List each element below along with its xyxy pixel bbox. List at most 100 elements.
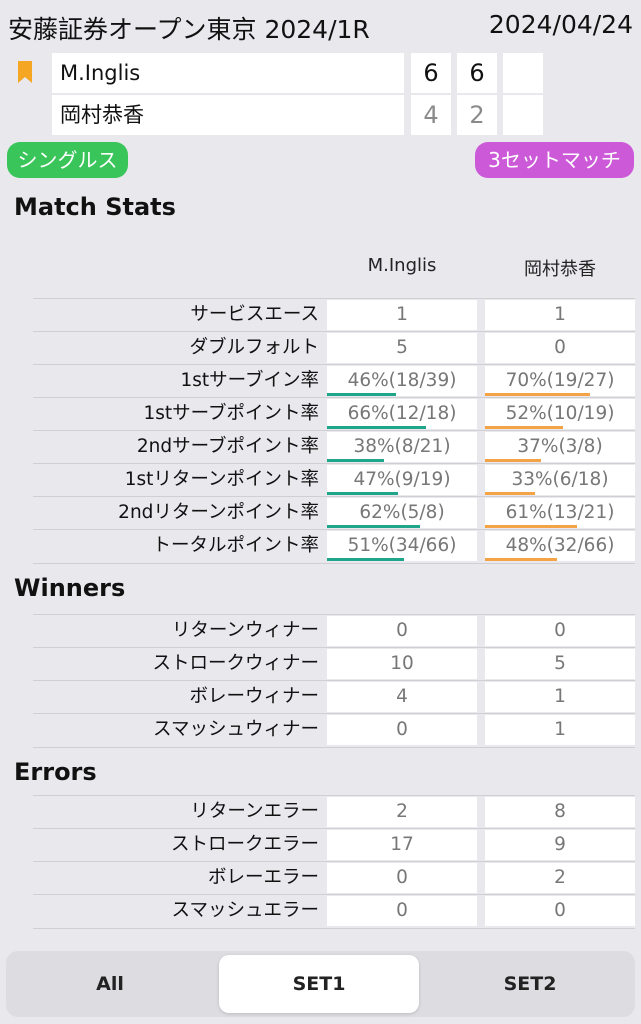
stat-row: ストロークエラー 17 9: [33, 828, 635, 862]
player2-stat-value: 2: [485, 863, 635, 893]
stat-value-text: 0: [554, 337, 566, 358]
stat-value-text: 0: [396, 867, 408, 888]
player2-stat-value: 61%(13/21): [485, 498, 635, 528]
tab-set2[interactable]: SET2: [430, 955, 630, 1013]
stat-value-text: 33%(6/18): [511, 469, 609, 490]
column-header-player2: 岡村恭香: [524, 259, 596, 280]
player1-stat-value: 0: [327, 863, 477, 893]
player1-stat-value: 4: [327, 682, 477, 712]
stat-row: スマッシュエラー 0 0: [33, 894, 635, 929]
player2-stat-value: 37%(3/8): [485, 432, 635, 462]
stat-value-text: 0: [396, 900, 408, 921]
player-name: 岡村恭香: [52, 95, 404, 135]
stat-label: 2ndサーブポイント率: [136, 436, 319, 457]
section-title-winners: Winners: [14, 574, 126, 602]
stat-label: ボレーエラー: [207, 867, 319, 888]
stat-label: 2ndリターンポイント率: [118, 502, 319, 523]
player2-stat-value: 52%(10/19): [485, 399, 635, 429]
stat-value-text: 8: [554, 801, 566, 822]
stat-label: サービスエース: [190, 304, 319, 325]
set-score: 6: [457, 53, 497, 93]
player-row-2: 岡村恭香 4 2: [0, 95, 641, 135]
match-date: 2024/04/24: [488, 10, 633, 39]
player1-stat-value: 38%(8/21): [327, 432, 477, 462]
header: 安藤証券オープン東京 2024/1R 2024/04/24: [0, 0, 641, 52]
stat-value-text: 46%(18/39): [347, 370, 457, 391]
player2-percent-bar: [485, 426, 563, 429]
player1-stat-value: 66%(12/18): [327, 399, 477, 429]
player1-percent-bar: [327, 393, 396, 396]
stat-value-text: 47%(9/19): [353, 469, 451, 490]
player2-stat-value: 48%(32/66): [485, 531, 635, 561]
player1-stat-value: 0: [327, 715, 477, 745]
set-score: 4: [411, 95, 451, 135]
bookmark-icon[interactable]: [18, 61, 32, 83]
player1-stat-value: 0: [327, 616, 477, 646]
player1-percent-bar: [327, 459, 384, 462]
player1-percent-bar: [327, 525, 420, 528]
set-score: 2: [457, 95, 497, 135]
stat-row: ストロークウィナー 10 5: [33, 647, 635, 681]
stat-value-text: 70%(19/27): [505, 370, 615, 391]
tab-all[interactable]: All: [10, 955, 210, 1013]
stat-value-text: 5: [554, 653, 566, 674]
player2-percent-bar: [485, 393, 590, 396]
stat-label: リターンウィナー: [171, 620, 319, 641]
stat-value-text: 0: [396, 719, 408, 740]
stat-row: ダブルフォルト 5 0: [33, 331, 635, 365]
stat-row: リターンエラー 2 8: [33, 795, 635, 829]
player1-stat-value: 5: [327, 333, 477, 363]
tournament-title: 安藤証券オープン東京 2024/1R: [8, 15, 370, 44]
stat-value-text: 61%(13/21): [505, 502, 615, 523]
stat-row: 1stサーブポイント率 66%(12/18) 52%(10/19): [33, 397, 635, 431]
stat-value-text: 0: [396, 620, 408, 641]
player2-percent-bar: [485, 525, 577, 528]
stat-value-text: 38%(8/21): [353, 436, 451, 457]
player1-percent-bar: [327, 492, 398, 495]
player1-stat-value: 17: [327, 830, 477, 860]
stat-value-text: 66%(12/18): [347, 403, 457, 424]
player2-percent-bar: [485, 558, 557, 561]
stat-label: ダブルフォルト: [189, 337, 319, 358]
player2-percent-bar: [485, 492, 535, 495]
stat-row: スマッシュウィナー 0 1: [33, 713, 635, 748]
stat-value-text: 37%(3/8): [517, 436, 603, 457]
player-name: M.Inglis: [52, 53, 404, 93]
stat-label: スマッシュエラー: [171, 900, 319, 921]
stat-label: ストロークウィナー: [152, 653, 319, 674]
stat-row: サービスエース 1 1: [33, 298, 635, 332]
stat-value-text: 4: [396, 686, 408, 707]
player2-stat-value: 70%(19/27): [485, 366, 635, 396]
stat-value-text: 1: [554, 304, 566, 325]
player2-stat-value: 1: [485, 300, 635, 330]
set-score: [503, 95, 543, 135]
stat-row: リターンウィナー 0 0: [33, 614, 635, 648]
stat-value-text: 0: [554, 620, 566, 641]
stat-value-text: 0: [554, 900, 566, 921]
stat-label: 1stサーブポイント率: [143, 403, 319, 424]
stat-row: 2ndリターンポイント率 62%(5/8) 61%(13/21): [33, 496, 635, 530]
stat-value-text: 17: [390, 834, 414, 855]
section-title-errors: Errors: [14, 758, 97, 786]
stat-value-text: 10: [390, 653, 414, 674]
column-header-player1: M.Inglis: [367, 255, 437, 276]
player1-stat-value: 10: [327, 649, 477, 679]
set-score: [503, 53, 543, 93]
player2-stat-value: 33%(6/18): [485, 465, 635, 495]
stat-row: 2ndサーブポイント率 38%(8/21) 37%(3/8): [33, 430, 635, 464]
player1-stat-value: 47%(9/19): [327, 465, 477, 495]
tab-set1[interactable]: SET1: [219, 955, 419, 1013]
stat-row: 1stリターンポイント率 47%(9/19) 33%(6/18): [33, 463, 635, 497]
stat-row: 1stサーブイン率 46%(18/39) 70%(19/27): [33, 364, 635, 398]
player2-stat-value: 9: [485, 830, 635, 860]
set-tab-bar: All SET1 SET2: [6, 951, 635, 1017]
stat-value-text: 9: [554, 834, 566, 855]
player2-stat-value: 8: [485, 797, 635, 827]
player2-stat-value: 5: [485, 649, 635, 679]
match-type-badge: シングルス: [7, 142, 128, 178]
player1-stat-value: 51%(34/66): [327, 531, 477, 561]
stat-value-text: 48%(32/66): [505, 535, 615, 556]
player1-stat-value: 46%(18/39): [327, 366, 477, 396]
player1-stat-value: 0: [327, 896, 477, 926]
stat-value-text: 51%(34/66): [347, 535, 457, 556]
